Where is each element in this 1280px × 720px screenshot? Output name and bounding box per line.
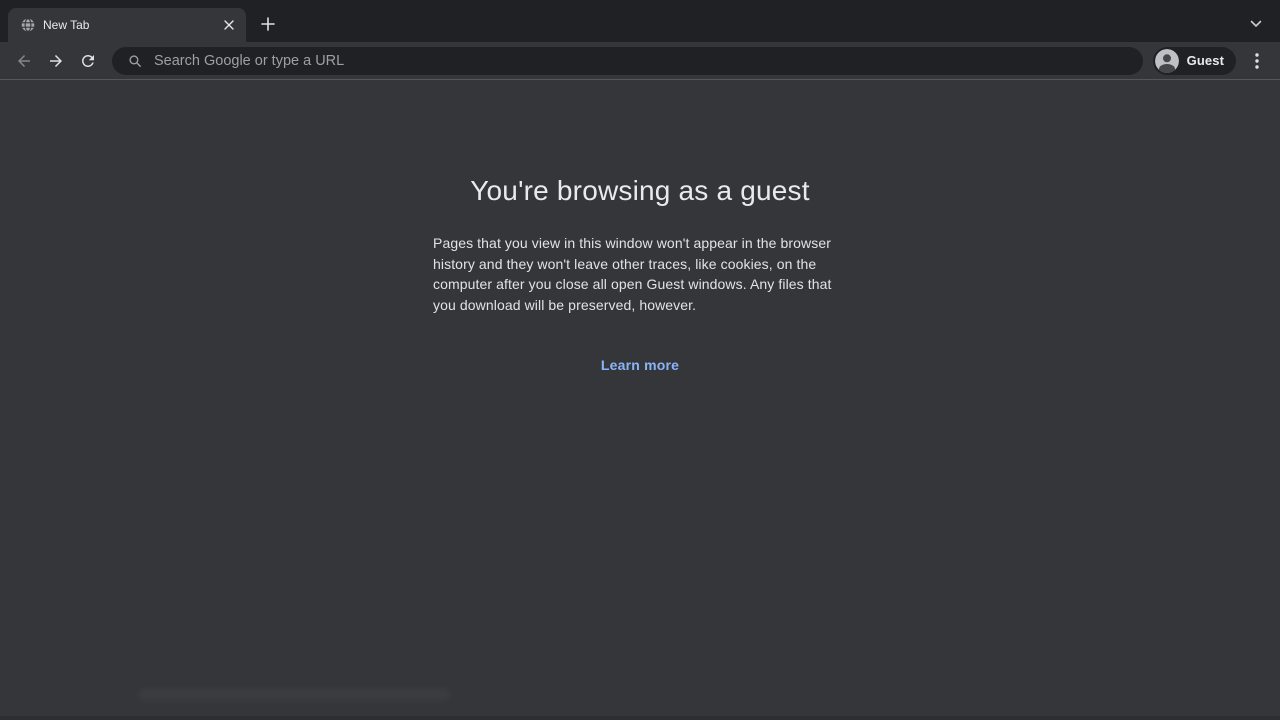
close-icon[interactable] bbox=[220, 16, 238, 34]
tab-title: New Tab bbox=[43, 18, 220, 32]
back-button[interactable] bbox=[9, 46, 39, 76]
toolbar: Guest bbox=[0, 42, 1280, 80]
forward-button[interactable] bbox=[41, 46, 71, 76]
new-tab-button[interactable] bbox=[254, 10, 282, 38]
guest-new-tab-page: You're browsing as a guest Pages that yo… bbox=[0, 81, 1280, 720]
window-bottom-edge bbox=[0, 716, 1280, 720]
tab-strip: New Tab bbox=[0, 0, 1280, 42]
arrow-right-icon bbox=[47, 52, 65, 70]
bottom-ghost-artifact bbox=[138, 688, 450, 701]
reload-button[interactable] bbox=[73, 46, 103, 76]
search-icon bbox=[128, 54, 142, 68]
chevron-down-icon bbox=[1250, 20, 1262, 28]
learn-more-link[interactable]: Learn more bbox=[601, 357, 679, 373]
tab-new-tab[interactable]: New Tab bbox=[8, 8, 246, 42]
globe-icon bbox=[21, 18, 35, 32]
guest-description-text: Pages that you view in this window won't… bbox=[433, 233, 847, 315]
reload-icon bbox=[79, 52, 97, 70]
guest-profile-button[interactable]: Guest bbox=[1153, 47, 1236, 75]
guest-profile-label: Guest bbox=[1187, 53, 1224, 68]
omnibox[interactable] bbox=[112, 47, 1143, 75]
arrow-left-icon bbox=[15, 52, 33, 70]
page-title: You're browsing as a guest bbox=[470, 175, 810, 207]
person-icon bbox=[1155, 49, 1179, 73]
tab-search-button[interactable] bbox=[1242, 10, 1270, 38]
plus-icon bbox=[261, 17, 275, 31]
three-dot-vertical-icon bbox=[1255, 53, 1259, 69]
browser-menu-button[interactable] bbox=[1242, 46, 1272, 76]
omnibox-input[interactable] bbox=[154, 53, 1131, 69]
